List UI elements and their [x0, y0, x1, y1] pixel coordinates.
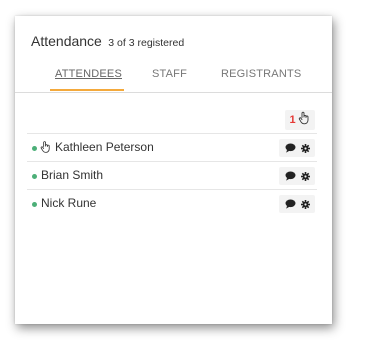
attendance-panel: Attendance 3 of 3 registered ATTENDEES S… — [15, 16, 332, 324]
online-status-dot — [32, 202, 37, 207]
tab-bar: ATTENDEES STAFF REGISTRANTS — [15, 68, 332, 92]
raised-hands-count: 1 — [289, 114, 296, 126]
tabs-divider — [15, 92, 332, 93]
chat-icon[interactable] — [285, 143, 296, 153]
panel-header: Attendance 3 of 3 registered — [31, 33, 184, 51]
tab-attendees[interactable]: ATTENDEES — [55, 68, 122, 80]
chat-icon[interactable] — [285, 199, 296, 209]
attendee-actions — [279, 195, 315, 213]
gear-icon[interactable] — [300, 171, 310, 181]
attendee-name: Nick Rune — [41, 196, 97, 210]
gear-icon[interactable] — [300, 143, 310, 153]
attendee-row: Brian Smith — [27, 161, 317, 189]
chat-icon[interactable] — [285, 171, 296, 181]
raised-hand-icon — [39, 140, 52, 159]
attendee-actions — [279, 167, 315, 185]
active-tab-indicator — [50, 89, 124, 91]
registered-count: 3 of 3 registered — [108, 37, 185, 49]
gear-icon[interactable] — [300, 199, 310, 209]
hand-pointer-icon — [297, 111, 311, 130]
attendee-row: Nick Rune — [27, 189, 317, 217]
tab-registrants[interactable]: REGISTRANTS — [221, 68, 301, 80]
attendee-name: Kathleen Peterson — [55, 140, 154, 154]
tab-staff[interactable]: STAFF — [152, 68, 187, 80]
panel-title: Attendance — [31, 33, 102, 49]
online-status-dot — [32, 146, 37, 151]
attendee-row: Kathleen Peterson — [27, 133, 317, 161]
raised-hands-button[interactable]: 1 — [285, 110, 315, 130]
attendee-name: Brian Smith — [41, 168, 104, 182]
attendee-actions — [279, 139, 315, 157]
online-status-dot — [32, 174, 37, 179]
